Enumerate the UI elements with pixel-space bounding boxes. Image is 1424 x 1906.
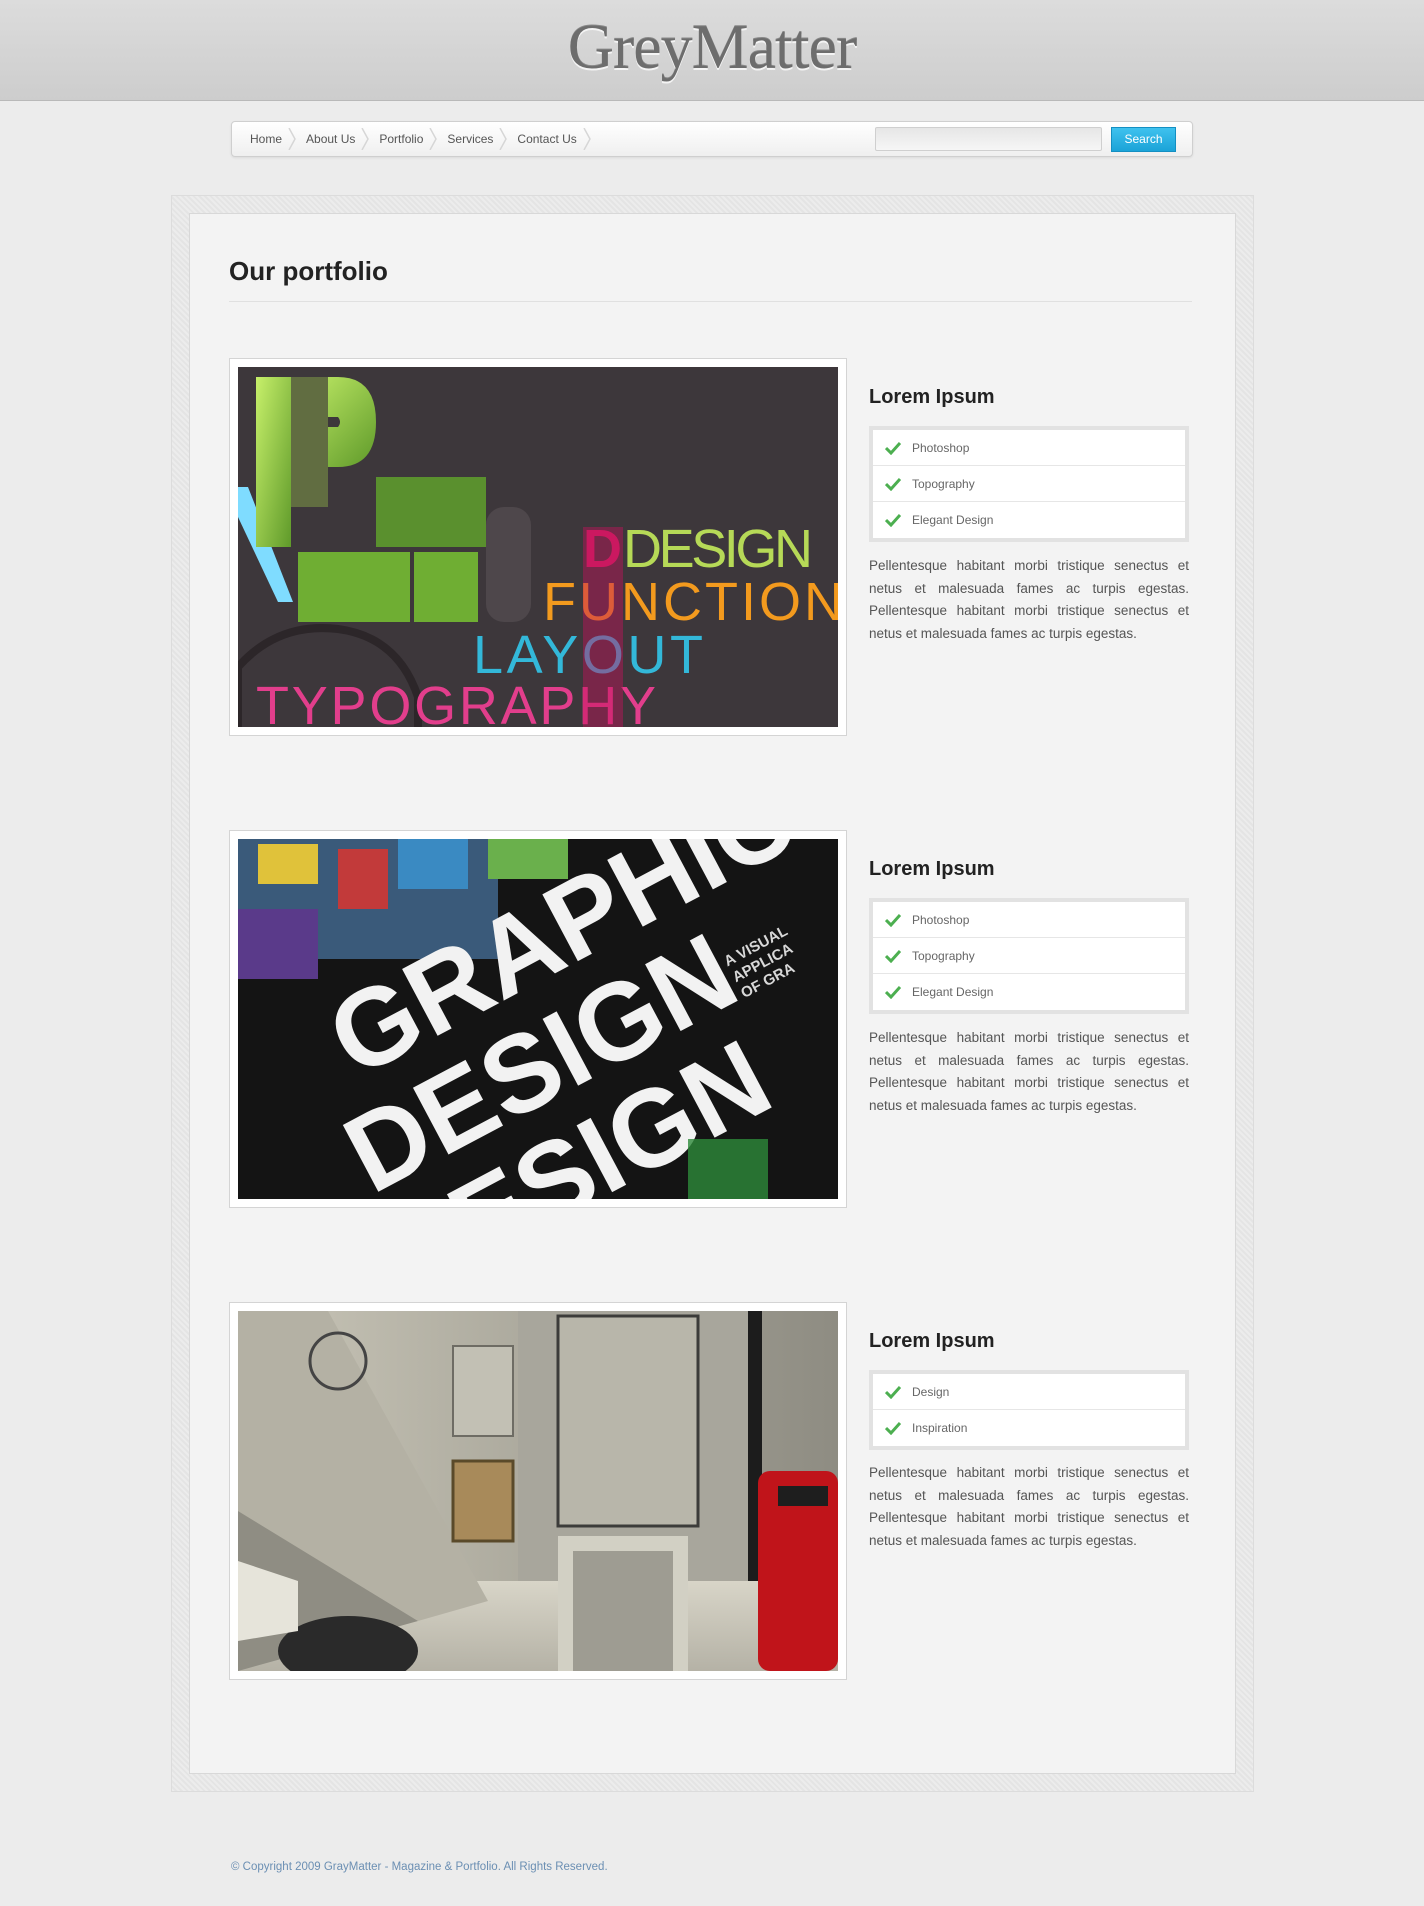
tag-label: Elegant Design (912, 985, 994, 999)
nav-item-about-us[interactable]: About Us (298, 122, 371, 156)
tag-item: Elegant Design (873, 974, 1185, 1010)
checkmark-icon (885, 477, 901, 491)
nav-item-label: Contact Us (517, 132, 577, 146)
portfolio-item: D DESIGN FUNCTION LAYOUT TYPOGRAPHY Lore… (229, 358, 1192, 736)
portfolio-item-description: Pellentesque habitant morbi tristique se… (869, 1465, 1189, 1548)
portfolio-image-interior (238, 1311, 838, 1671)
chevron-separator-icon (429, 128, 438, 150)
chevron-separator-icon (361, 128, 370, 150)
title-divider (229, 301, 1192, 302)
checkmark-icon (885, 949, 901, 963)
search-button[interactable]: Search (1111, 127, 1176, 152)
checkmark-icon (885, 513, 901, 527)
tag-label: Topography (912, 476, 975, 491)
portfolio-tag-list: Photoshop Topography Elegant Design (869, 426, 1189, 542)
checkmark-icon (885, 985, 901, 999)
portfolio-item: Lorem Ipsum Design Inspiration Pellentes… (229, 1302, 1192, 1680)
portfolio-item-title: Lorem Ipsum (869, 386, 995, 408)
checkmark-icon (885, 1421, 901, 1435)
nav-menu: Home About Us Portfolio Services Contact… (242, 122, 593, 156)
portfolio-tag-list: Design Inspiration (869, 1370, 1189, 1450)
portfolio-item-description: Pellentesque habitant morbi tristique se… (869, 1030, 1189, 1113)
site-logo[interactable]: GreyMatter (0, 10, 1424, 84)
tag-label: Design (912, 1384, 950, 1399)
portfolio-item-title: Lorem Ipsum (869, 858, 995, 880)
tag-item: Photoshop (873, 430, 1185, 466)
tag-label: Inspiration (912, 1421, 968, 1435)
tag-label: Topography (912, 948, 975, 963)
portfolio-item-title: Lorem Ipsum (869, 1330, 995, 1352)
chevron-separator-icon (583, 128, 591, 150)
tag-label: Photoshop (912, 440, 970, 455)
nav-item-home[interactable]: Home (242, 122, 298, 156)
nav-item-label: Home (250, 132, 283, 146)
nav-item-services[interactable]: Services (439, 122, 509, 156)
nav-item-label: About Us (306, 132, 356, 146)
tag-item: Design (873, 1374, 1185, 1410)
tag-label: Photoshop (912, 912, 970, 927)
nav-item-label: Services (447, 132, 494, 146)
portfolio-tag-list: Photoshop Topography Elegant Design (869, 898, 1189, 1014)
tag-item: Topography (873, 466, 1185, 502)
typography-artwork-image: D DESIGN FUNCTION LAYOUT TYPOGRAPHY (238, 367, 838, 727)
nav-item-label: Portfolio (379, 132, 424, 146)
interior-render-image (238, 1311, 838, 1671)
main-navigation: Home About Us Portfolio Services Contact… (231, 121, 1193, 157)
portfolio-thumbnail[interactable]: GRAPHIC DESIGN DESIGN A VISUAL APPLICA O… (229, 830, 847, 1208)
portfolio-item-description: Pellentesque habitant morbi tristique se… (869, 558, 1189, 641)
tag-item: Photoshop (873, 902, 1185, 938)
footer-copyright: © Copyright 2009 GrayMatter - Magazine &… (231, 1861, 608, 1873)
graphic-design-book-image: GRAPHIC DESIGN DESIGN A VISUAL APPLICA O… (238, 839, 838, 1199)
image-word-design: DESIGN (623, 519, 813, 579)
checkmark-icon (885, 913, 901, 927)
nav-item-portfolio[interactable]: Portfolio (371, 122, 439, 156)
tag-item: Elegant Design (873, 502, 1185, 538)
chevron-separator-icon (499, 128, 508, 150)
portfolio-thumbnail[interactable]: D DESIGN FUNCTION LAYOUT TYPOGRAPHY (229, 358, 847, 736)
page-title: Our portfolio (229, 256, 388, 286)
portfolio-image-typography: D DESIGN FUNCTION LAYOUT TYPOGRAPHY (238, 367, 838, 727)
portfolio-image-graphic-design: GRAPHIC DESIGN DESIGN A VISUAL APPLICA O… (238, 839, 838, 1199)
search-input[interactable] (875, 127, 1102, 151)
tag-label: Elegant Design (912, 513, 994, 527)
portfolio-thumbnail[interactable] (229, 1302, 847, 1680)
tag-item: Inspiration (873, 1410, 1185, 1446)
checkmark-icon (885, 1385, 901, 1399)
site-header: GreyMatter (0, 0, 1424, 101)
portfolio-item: GRAPHIC DESIGN DESIGN A VISUAL APPLICA O… (229, 830, 1192, 1208)
nav-item-contact-us[interactable]: Contact Us (509, 122, 592, 156)
checkmark-icon (885, 441, 901, 455)
chevron-separator-icon (288, 128, 296, 150)
tag-item: Topography (873, 938, 1185, 974)
